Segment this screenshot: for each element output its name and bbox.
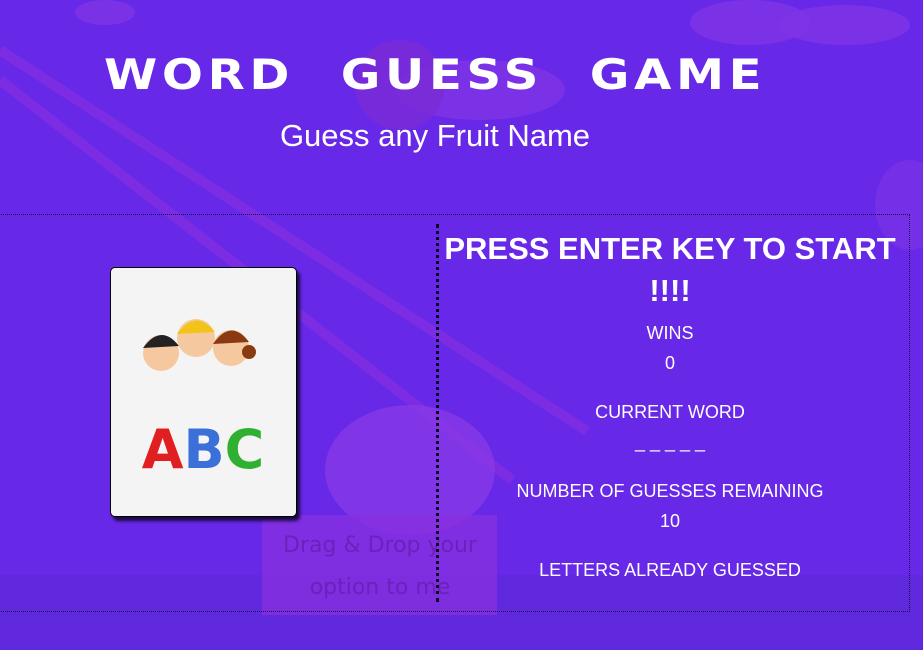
game-status: PRESS ENTER KEY TO START !!!! WINS 0 CUR… xyxy=(440,228,900,604)
game-subtitle: Guess any Fruit Name xyxy=(279,118,591,153)
abc-letters: ABC xyxy=(142,418,265,481)
panel-divider xyxy=(436,224,439,602)
abc-kids-image-card: ABC xyxy=(110,267,297,517)
current-word-value: _ _ _ _ _ xyxy=(634,432,706,452)
current-word-label: CURRENT WORD xyxy=(595,402,745,422)
guesses-remaining-value: 10 xyxy=(659,511,681,531)
wins-label: WINS xyxy=(646,323,694,343)
letters-guessed-label: LETTERS ALREADY GUESSED xyxy=(539,560,801,580)
start-prompt: PRESS ENTER KEY TO START !!!! xyxy=(444,231,896,308)
abc-kids-icon: ABC xyxy=(142,319,265,481)
wins-value: 0 xyxy=(664,353,675,373)
guesses-remaining-label: NUMBER OF GUESSES REMAINING xyxy=(516,481,824,501)
game-title: WORD GUESS GAME xyxy=(104,50,767,99)
